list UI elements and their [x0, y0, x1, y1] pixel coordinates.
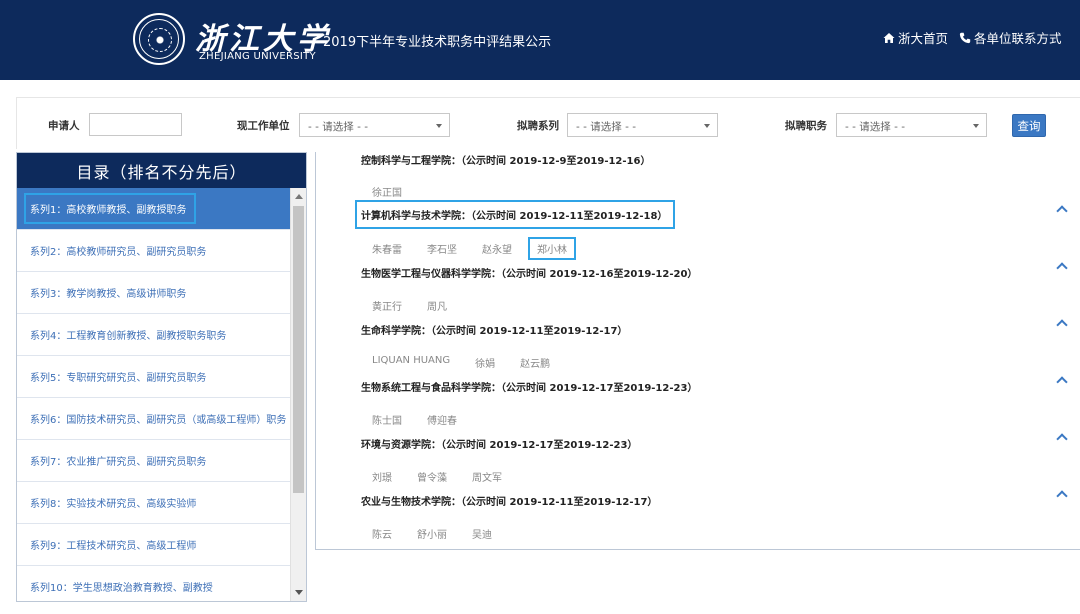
name-list: 徐正国: [372, 184, 427, 199]
series-label: 拟聘系列: [517, 120, 559, 132]
applicant-name: 舒小丽: [417, 530, 447, 541]
sidebar-item-label: 系列2：高校教师研究员、副研究员职务: [30, 247, 207, 258]
sidebar-item-label: 系列5：专职研究研究员、副研究员职务: [30, 373, 207, 384]
applicant-name: 朱春雷: [372, 245, 402, 256]
name-list: 朱春雷 李石坚 赵永望 郑小林: [372, 237, 601, 260]
position-label: 拟聘职务: [785, 120, 827, 132]
applicant-name: 傅迎春: [427, 416, 457, 427]
query-button[interactable]: 查询: [1012, 114, 1046, 137]
applicant-name: LIQUAN HUANG: [372, 355, 451, 366]
caret-down-icon: [704, 124, 710, 128]
sidebar-item-series-8[interactable]: 系列8：实验技术研究员、高级实验师: [17, 482, 290, 524]
caret-down-icon: [436, 124, 442, 128]
applicant-name: 李石坚: [427, 245, 457, 256]
sidebar-item-series-7[interactable]: 系列7：农业推广研究员、副研究员职务: [17, 440, 290, 482]
sidebar-item-label: 系列7：农业推广研究员、副研究员职务: [30, 457, 207, 468]
unit-label: 现工作单位: [237, 120, 290, 132]
position-select-value: - - 请选择 - -: [845, 121, 906, 133]
scroll-down-arrow-icon[interactable]: [295, 590, 303, 595]
sidebar-item-series-1[interactable]: 系列1：高校教师教授、副教授职务: [17, 188, 290, 230]
series-select-value: - - 请选择 - -: [576, 121, 637, 133]
results-panel: 控制科学与工程学院：（公示时间 2019-12-9至2019-12-16） 徐正…: [315, 152, 1080, 550]
chevron-up-icon[interactable]: [1056, 319, 1068, 331]
sidebar-item-series-6[interactable]: 系列6：国防技术研究员、副研究员（或高级工程师）职务: [17, 398, 290, 440]
phone-icon: [959, 32, 971, 43]
name-list: 黄正行 周凡: [372, 298, 472, 313]
site-title: 2019下半年专业技术职务中评结果公示: [323, 35, 552, 50]
applicant-name: 周文军: [472, 473, 502, 484]
sidebar-item-series-2[interactable]: 系列2：高校教师研究员、副研究员职务: [17, 230, 290, 272]
sidebar-item-label: 系列1：高校教师教授、副教授职务: [24, 193, 197, 224]
university-logo-english: ZHEJIANG UNIVERSITY: [199, 51, 316, 62]
nav-home-link[interactable]: 浙大首页: [883, 28, 948, 47]
position-select[interactable]: - - 请选择 - -: [836, 113, 987, 137]
name-list: 陈士国 傅迎春: [372, 412, 482, 427]
scroll-thumb[interactable]: [293, 206, 304, 493]
name-list: 陈云 舒小丽 吴迪: [372, 526, 517, 541]
chevron-up-icon[interactable]: [1056, 490, 1068, 502]
college-title: 农业与生物技术学院：（公示时间 2019-12-11至2019-12-17）: [361, 497, 658, 508]
caret-down-icon: [973, 124, 979, 128]
sidebar-list: 系列1：高校教师教授、副教授职务 系列2：高校教师研究员、副研究员职务 系列3：…: [17, 188, 290, 601]
name-list: LIQUAN HUANG 徐娟 赵云鹏: [372, 355, 575, 370]
college-title: 计算机科学与技术学院：（公示时间 2019-12-11至2019-12-18）: [355, 200, 676, 229]
sidebar-item-label: 系列10：学生思想政治教育教授、副教授: [30, 583, 213, 594]
unit-select[interactable]: - - 请选择 - -: [299, 113, 450, 137]
applicant-name: 赵永望: [482, 245, 512, 256]
college-title: 控制科学与工程学院：（公示时间 2019-12-9至2019-12-16）: [361, 156, 651, 167]
college-title: 生命科学学院：（公示时间 2019-12-11至2019-12-17）: [361, 326, 628, 337]
applicant-name-highlighted: 郑小林: [528, 237, 576, 260]
unit-select-value: - - 请选择 - -: [308, 121, 369, 133]
nav-home-label: 浙大首页: [898, 31, 949, 46]
sidebar-item-label: 系列4：工程教育创新教授、副教授职务职务: [30, 331, 227, 342]
applicant-name: 徐娟: [475, 359, 496, 370]
home-icon: [883, 32, 895, 43]
sidebar-item-label: 系列3：教学岗教授、高级讲师职务: [30, 289, 187, 300]
applicant-name: 徐正国: [372, 188, 402, 199]
sidebar-item-series-3[interactable]: 系列3：教学岗教授、高级讲师职务: [17, 272, 290, 314]
sidebar-item-series-10[interactable]: 系列10：学生思想政治教育教授、副教授: [17, 566, 290, 601]
college-title: 环境与资源学院：（公示时间 2019-12-17至2019-12-23）: [361, 440, 638, 451]
applicant-name: 周凡: [427, 302, 447, 313]
chevron-up-icon[interactable]: [1056, 262, 1068, 274]
site-header: 浙江大学 ZHEJIANG UNIVERSITY 2019下半年专业技术职务中评…: [0, 0, 1080, 80]
applicant-name: 赵云鹏: [520, 359, 551, 370]
applicant-input[interactable]: [89, 113, 182, 136]
applicant-name: 陈云: [372, 530, 392, 541]
sidebar-item-label: 系列6：国防技术研究员、副研究员（或高级工程师）职务: [30, 415, 287, 426]
college-title: 生物医学工程与仪器科学学院：（公示时间 2019-12-16至2019-12-2…: [361, 269, 698, 280]
applicant-name: 刘璟: [372, 473, 392, 484]
sidebar-item-label: 系列8：实验技术研究员、高级实验师: [30, 499, 197, 510]
sidebar-scrollbar[interactable]: [290, 188, 306, 601]
nav-contact-link[interactable]: 各单位联系方式: [959, 28, 1062, 47]
chevron-up-icon[interactable]: [1056, 205, 1068, 217]
chevron-up-icon[interactable]: [1056, 376, 1068, 388]
applicant-name: 陈士国: [372, 416, 402, 427]
sidebar-item-label: 系列9：工程技术研究员、高级工程师: [30, 541, 197, 552]
applicant-name: 曾令藻: [417, 473, 447, 484]
university-seal-icon: [133, 13, 185, 65]
sidebar-item-series-9[interactable]: 系列9：工程技术研究员、高级工程师: [17, 524, 290, 566]
applicant-name: 吴迪: [472, 530, 492, 541]
college-title: 生物系统工程与食品科学学院：（公示时间 2019-12-17至2019-12-2…: [361, 383, 698, 394]
nav-contact-label: 各单位联系方式: [974, 31, 1062, 46]
sidebar-item-series-4[interactable]: 系列4：工程教育创新教授、副教授职务职务: [17, 314, 290, 356]
sidebar-item-series-5[interactable]: 系列5：专职研究研究员、副研究员职务: [17, 356, 290, 398]
name-list: 刘璟 曾令藻 周文军: [372, 469, 527, 484]
scroll-up-arrow-icon[interactable]: [295, 194, 303, 199]
series-select[interactable]: - - 请选择 - -: [567, 113, 718, 137]
sidebar: 目录（排名不分先后） 系列1：高校教师教授、副教授职务 系列2：高校教师研究员、…: [16, 152, 307, 602]
sidebar-title: 目录（排名不分先后）: [17, 153, 306, 188]
chevron-up-icon[interactable]: [1056, 433, 1068, 445]
applicant-name: 黄正行: [372, 302, 402, 313]
applicant-label: 申请人: [48, 120, 80, 132]
